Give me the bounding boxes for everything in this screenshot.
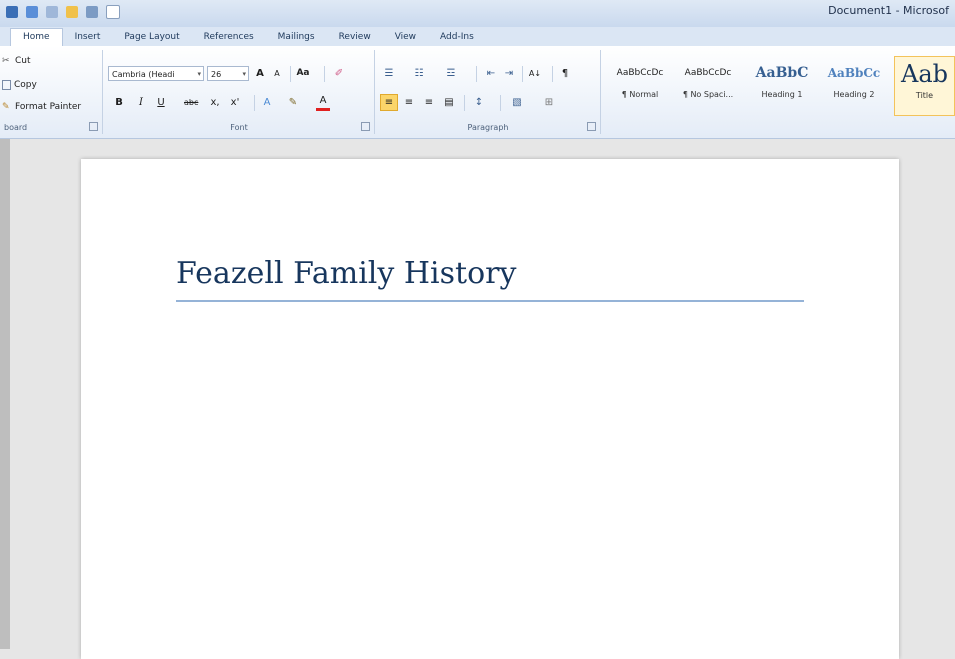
shading-icon[interactable]: ▧ xyxy=(510,94,524,111)
format-painter-label: Format Painter xyxy=(15,102,82,112)
copy-label: Copy xyxy=(14,80,37,90)
align-center-icon[interactable]: ≡ xyxy=(402,94,416,111)
increase-indent-icon[interactable]: ⇥ xyxy=(502,65,516,82)
font-group: Cambria (Headi ▾ 26 ▾ A A Aa ✐ B I U abc… xyxy=(104,50,375,134)
chevron-down-icon: ▾ xyxy=(197,70,201,78)
justify-icon[interactable]: ▤ xyxy=(442,94,456,111)
title-bar: Document1 - Microsof xyxy=(0,0,955,27)
grow-font-button[interactable]: A xyxy=(253,65,267,82)
font-family-select[interactable]: Cambria (Headi ▾ xyxy=(108,66,204,81)
paragraph-group: ☰ ☷ ☲ ⇤ ⇥ A↓ ¶ ≡ ≡ ≡ ▤ ↕ ▧ ⊞ Paragraph xyxy=(376,50,601,134)
ribbon-tabs: Home Insert Page Layout References Maili… xyxy=(0,27,955,46)
tab-references[interactable]: References xyxy=(192,29,266,46)
font-dialog-launcher[interactable] xyxy=(361,122,370,131)
tab-insert[interactable]: Insert xyxy=(63,29,113,46)
align-left-icon[interactable]: ≡ xyxy=(380,94,398,111)
style-sample: AaBbC xyxy=(755,65,809,81)
text-effects-icon[interactable]: A xyxy=(260,94,274,111)
copy-button[interactable]: Copy xyxy=(2,80,37,90)
subscript-button[interactable]: x, xyxy=(208,94,222,111)
style-heading-2[interactable]: AaBbCc Heading 2 xyxy=(822,56,886,116)
font-color-icon[interactable]: A xyxy=(316,94,330,111)
underline-button[interactable]: U xyxy=(154,94,168,111)
title-underline xyxy=(176,300,804,302)
line-spacing-icon[interactable]: ↕ xyxy=(472,94,486,111)
clipboard-group: ✂ Cut Copy ✎ Format Painter board xyxy=(0,50,103,134)
bold-button[interactable]: B xyxy=(112,94,126,111)
style-sample: AaBbCcDc xyxy=(616,68,664,78)
clear-formatting-icon[interactable]: ✐ xyxy=(332,65,346,82)
ribbon: ✂ Cut Copy ✎ Format Painter board Cambri… xyxy=(0,46,955,139)
numbering-icon[interactable]: ☷ xyxy=(412,65,426,82)
tab-page-layout[interactable]: Page Layout xyxy=(112,29,191,46)
style-name: Title xyxy=(915,91,934,100)
undo-icon[interactable] xyxy=(26,6,38,18)
bullets-icon[interactable]: ☰ xyxy=(382,65,396,82)
decrease-indent-icon[interactable]: ⇤ xyxy=(484,65,498,82)
left-margin-bar xyxy=(0,139,10,649)
font-size-value: 26 xyxy=(211,70,222,79)
divider xyxy=(464,95,465,111)
divider xyxy=(500,95,501,111)
style-normal[interactable]: AaBbCcDc ¶ Normal xyxy=(608,56,672,116)
italic-button[interactable]: I xyxy=(134,94,148,111)
divider xyxy=(290,66,291,82)
style-heading-1[interactable]: AaBbC Heading 1 xyxy=(750,56,814,116)
tab-view[interactable]: View xyxy=(383,29,428,46)
align-right-icon[interactable]: ≡ xyxy=(422,94,436,111)
divider xyxy=(254,95,255,111)
window-title: Document1 - Microsof xyxy=(828,4,949,17)
multilevel-list-icon[interactable]: ☲ xyxy=(444,65,458,82)
paragraph-dialog-launcher[interactable] xyxy=(587,122,596,131)
divider xyxy=(324,66,325,82)
divider xyxy=(522,66,523,82)
chevron-down-icon: ▾ xyxy=(242,70,246,78)
save-icon[interactable] xyxy=(6,6,18,18)
change-case-button[interactable]: Aa xyxy=(296,65,310,82)
cut-label: Cut xyxy=(15,56,31,66)
style-name: ¶ Normal xyxy=(621,90,659,99)
font-size-select[interactable]: 26 ▾ xyxy=(207,66,249,81)
divider xyxy=(476,66,477,82)
open-folder-icon[interactable] xyxy=(66,6,78,18)
styles-gallery: AaBbCcDc ¶ Normal AaBbCcDc ¶ No Spaci...… xyxy=(604,50,955,134)
document-page[interactable]: Feazell Family History xyxy=(81,159,899,659)
borders-icon[interactable]: ⊞ xyxy=(542,94,556,111)
format-painter-button[interactable]: ✎ Format Painter xyxy=(2,102,81,112)
scissors-icon: ✂ xyxy=(2,56,10,66)
cut-button[interactable]: ✂ Cut xyxy=(2,56,31,66)
style-title[interactable]: Aab Title xyxy=(894,56,955,116)
sort-button[interactable]: A↓ xyxy=(528,65,542,82)
style-sample: Aab xyxy=(900,60,948,88)
paragraph-group-label: Paragraph xyxy=(467,123,509,132)
tab-mailings[interactable]: Mailings xyxy=(266,29,327,46)
strikethrough-button[interactable]: abc xyxy=(184,94,198,111)
shrink-font-button[interactable]: A xyxy=(270,65,284,82)
style-name: Heading 2 xyxy=(833,90,875,99)
style-name: ¶ No Spaci... xyxy=(682,90,734,99)
document-title-text[interactable]: Feazell Family History xyxy=(176,256,516,291)
font-family-value: Cambria (Headi xyxy=(112,70,175,79)
document-workspace: Feazell Family History xyxy=(0,139,955,659)
new-document-icon[interactable] xyxy=(106,5,120,19)
tab-home[interactable]: Home xyxy=(10,28,63,46)
redo-icon[interactable] xyxy=(46,6,58,18)
copy-icon xyxy=(2,80,11,90)
style-sample: AaBbCc xyxy=(827,66,881,80)
superscript-button[interactable]: x' xyxy=(228,94,242,111)
print-preview-icon[interactable] xyxy=(86,6,98,18)
quick-access-toolbar xyxy=(6,5,120,19)
style-sample: AaBbCcDc xyxy=(684,68,732,78)
paintbrush-icon: ✎ xyxy=(2,102,10,112)
show-formatting-button[interactable]: ¶ xyxy=(558,65,572,82)
style-no-spacing[interactable]: AaBbCcDc ¶ No Spaci... xyxy=(676,56,740,116)
tab-review[interactable]: Review xyxy=(327,29,383,46)
clipboard-dialog-launcher[interactable] xyxy=(89,122,98,131)
font-group-label: Font xyxy=(230,123,248,132)
highlight-color-icon[interactable]: ✎ xyxy=(286,94,300,111)
divider xyxy=(552,66,553,82)
tab-add-ins[interactable]: Add-Ins xyxy=(428,29,486,46)
style-name: Heading 1 xyxy=(761,90,803,99)
clipboard-group-label: board xyxy=(4,123,28,132)
